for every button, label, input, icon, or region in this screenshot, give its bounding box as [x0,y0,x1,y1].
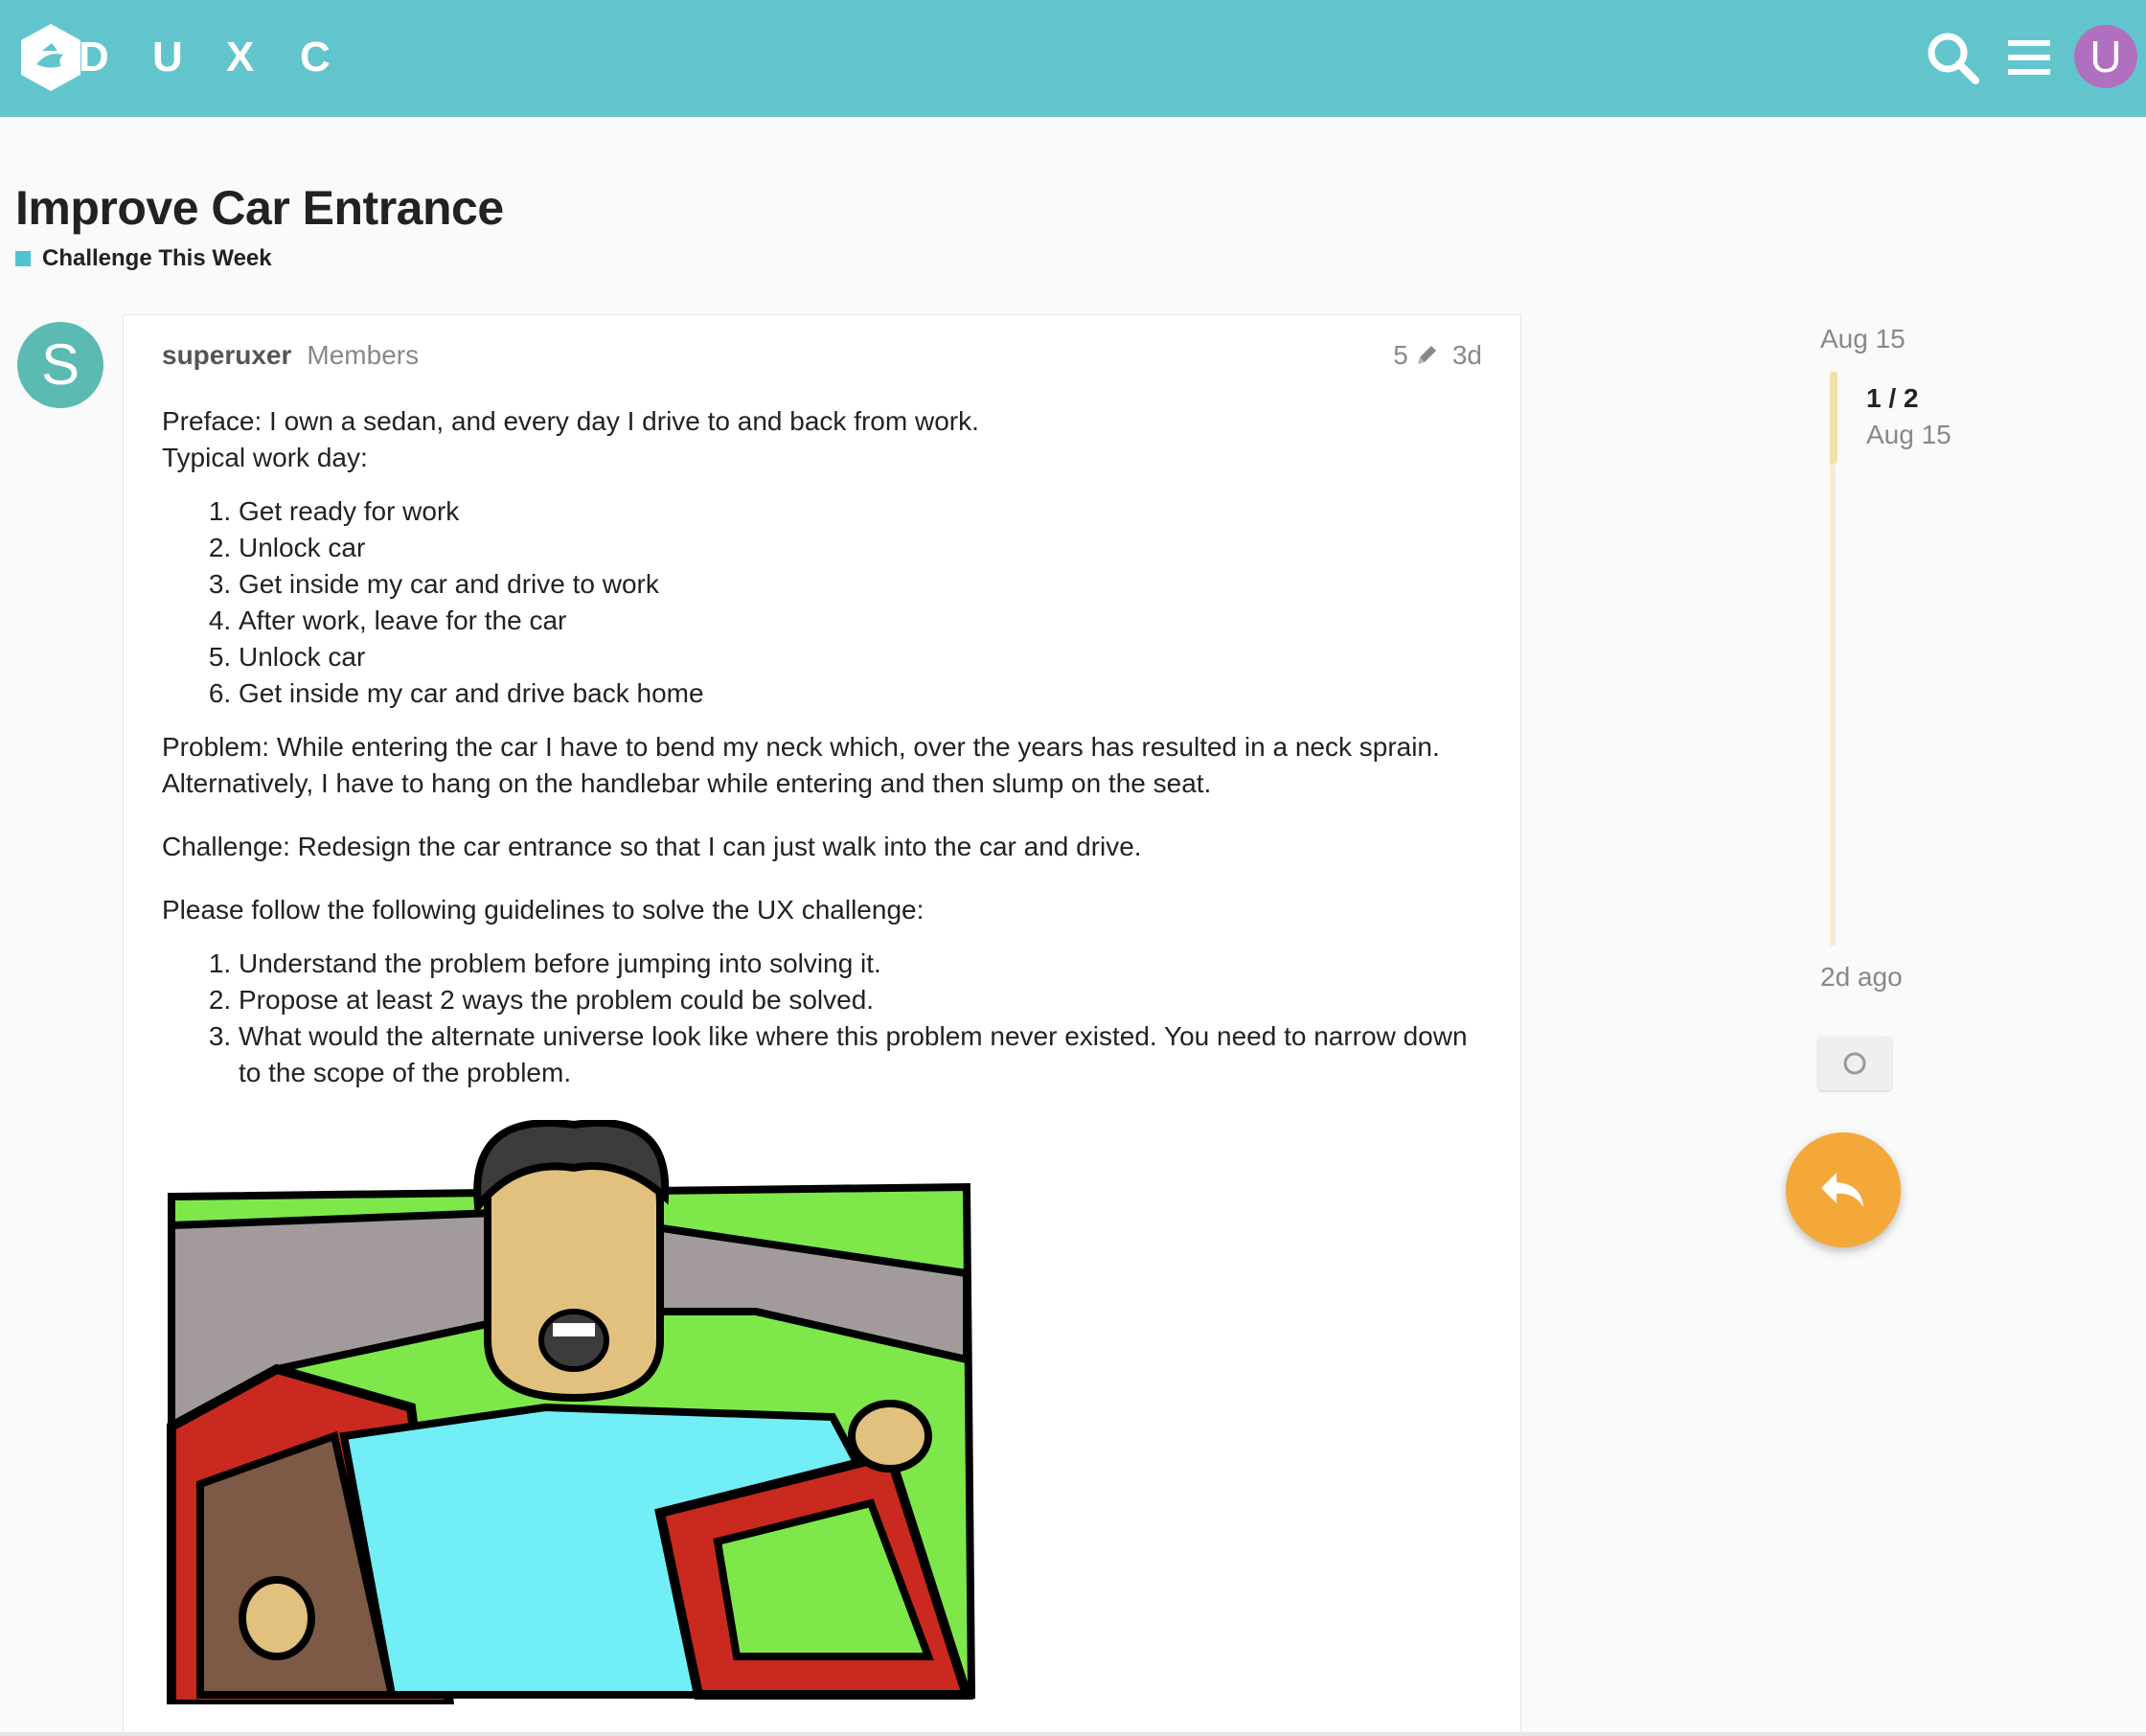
timeline-post-counter: 1 / 2 [1866,383,1919,413]
category-color-swatch [15,251,31,266]
circle-icon [1843,1052,1866,1075]
list-item: Get inside my car and drive back home [239,675,1494,712]
logo-letter: D [79,34,109,80]
category-badge[interactable]: Challenge This Week [15,245,272,272]
list-item: Unlock car [239,639,1494,675]
list-item: Get ready for work [239,493,1494,530]
site-header: D U X C U [0,0,2146,117]
guidelines-heading: Please follow the following guidelines t… [162,895,925,925]
edit-count: 5 [1393,340,1408,370]
logo-wordmark[interactable]: D U X C [79,29,374,86]
edit-history-button[interactable]: 5 [1393,340,1439,371]
left-gutter [0,314,123,1736]
guidelines-list: Understand the problem before jumping in… [162,946,1494,1091]
logo-hexagon-icon[interactable] [19,22,82,93]
post-body: Preface: I own a sedan, and every day I … [162,403,1494,1704]
reply-arrow-icon [1821,1173,1863,1207]
list-item: Unlock car [239,530,1494,566]
reply-button[interactable] [1786,1132,1901,1247]
avatar[interactable]: S [17,322,103,408]
current-user-avatar[interactable]: U [2074,25,2137,88]
list-item: What would the alternate universe look l… [239,1018,1494,1091]
car-entrance-illustration[interactable] [162,1120,1005,1704]
search-icon[interactable] [1924,29,1981,86]
page-bottom-border [0,1732,2146,1736]
list-item: Propose at least 2 ways the problem coul… [239,982,1494,1018]
hamburger-menu-icon[interactable] [2000,29,2058,86]
list-item: Understand the problem before jumping in… [239,946,1494,982]
challenge-text: Challenge: Redesign the car entrance so … [162,832,1142,861]
page-title[interactable]: Improve Car Entrance [15,180,504,236]
post-author-meta: superuxer Members [162,340,419,371]
timeline-end-date[interactable]: 2d ago [1820,962,1903,993]
list-item: After work, leave for the car [239,603,1494,639]
user-group-link[interactable]: Members [307,340,419,371]
timeline-jump-button[interactable] [1818,1037,1891,1090]
post-info: 5 3d [1393,340,1482,371]
logo-letter: C [300,34,331,80]
category-label: Challenge This Week [42,245,272,271]
logo-letter: X [226,34,255,80]
problem-text-line2: Alternatively, I have to hang on the han… [162,768,1212,798]
post-card: superuxer Members 5 3d Preface: I own a … [123,314,1521,1736]
typical-day-heading: Typical work day: [162,443,368,472]
typical-day-list: Get ready for work Unlock car Get inside… [162,493,1494,712]
list-item: Get inside my car and drive to work [239,566,1494,603]
timeline-start-date[interactable]: Aug 15 [1820,324,1906,354]
timeline-handle[interactable] [1830,372,1838,464]
username-link[interactable]: superuxer [162,340,291,371]
timeline-current-date: Aug 15 [1866,420,1952,449]
problem-text-line1: Problem: While entering the car I have t… [162,732,1440,762]
post-age-link[interactable]: 3d [1452,340,1482,371]
logo-letter: U [152,34,183,80]
pencil-icon [1417,346,1436,364]
preface-text: Preface: I own a sedan, and every day I … [162,406,979,436]
